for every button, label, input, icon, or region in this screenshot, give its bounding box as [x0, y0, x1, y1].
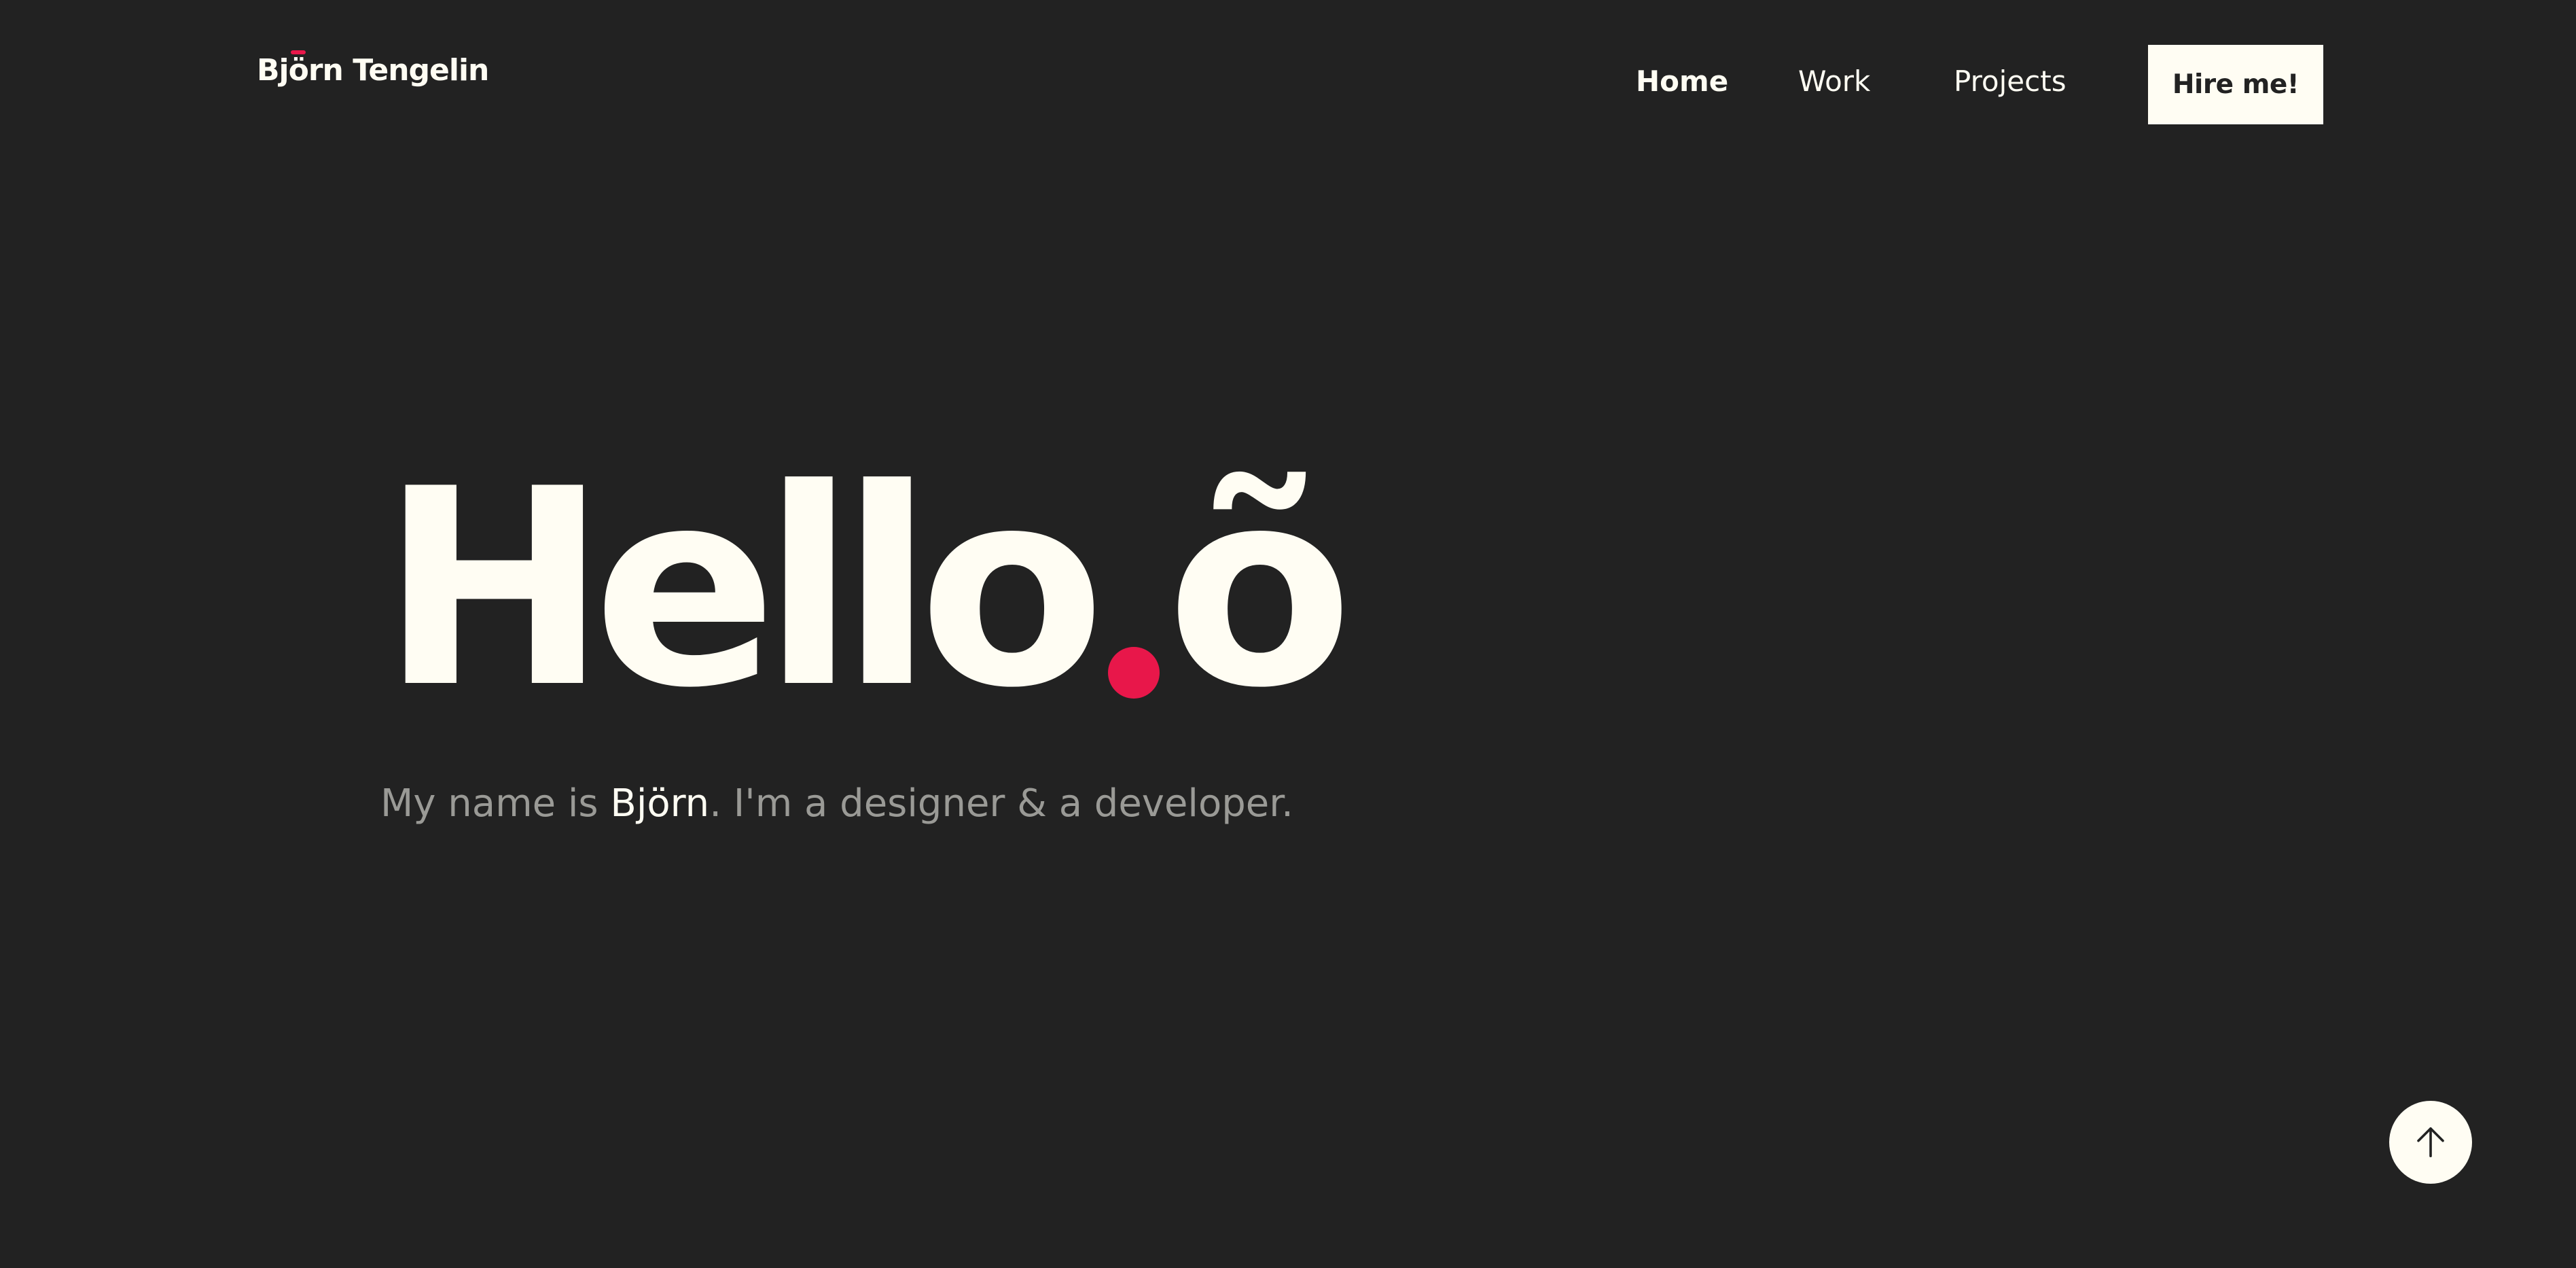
hero-accent-dot [1108, 647, 1160, 699]
hero-title-word: Hello [380, 432, 1105, 747]
site-logo[interactable]: Bj örn Tengelin [257, 50, 490, 88]
intro-name: Björn [610, 781, 710, 826]
nav-link-home[interactable]: Home [1636, 65, 1728, 98]
nav-link-work[interactable]: Work [1798, 65, 1870, 98]
intro-prefix: My name is [380, 781, 611, 826]
logo-accent-char: ö [288, 53, 309, 88]
logo-accent-letter: ö [288, 50, 309, 88]
logo-text-end: rn Tengelin [308, 53, 490, 88]
hire-me-button[interactable]: Hire me! [2148, 45, 2323, 124]
scroll-to-top-button[interactable] [2389, 1101, 2472, 1184]
arrow-up-icon [2417, 1127, 2444, 1158]
hero-intro: My name is Björn. I'm a designer & a dev… [380, 781, 1293, 826]
nav-link-projects[interactable]: Projects [1954, 65, 2067, 98]
hero-title: Hello õ [380, 432, 1353, 747]
intro-suffix: . I'm a designer & a developer. [709, 781, 1293, 826]
hero-title-suffix: õ [1166, 432, 1353, 747]
logo-accent-mark [291, 50, 306, 54]
logo-text-start: Bj [257, 53, 289, 88]
